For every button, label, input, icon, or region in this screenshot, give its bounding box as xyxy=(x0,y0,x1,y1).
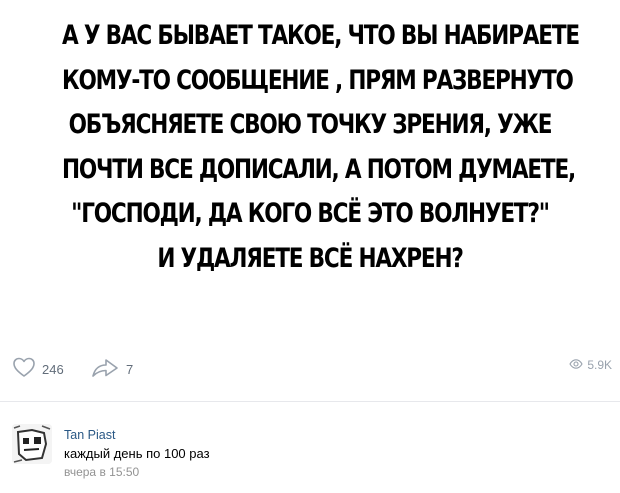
share-arrow-icon xyxy=(90,356,120,383)
post-line-1: А У ВАС БЫВАЕТ ТАКОЕ, ЧТО ВЫ НАБИРАЕТЕ xyxy=(62,20,580,51)
share-button[interactable]: 7 xyxy=(90,356,133,383)
post-text: А У ВАС БЫВАЕТ ТАКОЕ, ЧТО ВЫ НАБИРАЕТЕ К… xyxy=(0,14,620,281)
like-button[interactable]: 246 xyxy=(12,356,64,383)
post-line-3: ОБЪЯСНЯЕТЕ СВОЮ ТОЧКУ ЗРЕНИЯ, УЖЕ xyxy=(68,109,553,140)
comment-time[interactable]: вчера в 15:50 xyxy=(64,465,139,479)
eye-icon xyxy=(569,356,583,374)
views-count: 5.9K xyxy=(587,358,612,372)
comment: Tan Piast каждый день по 100 раз вчера в… xyxy=(0,418,620,488)
post-line-5: "ГОСПОДИ, ДА КОГО ВСЁ ЭТО ВОЛНУЕТ?" xyxy=(71,198,550,229)
avatar[interactable] xyxy=(12,424,52,464)
post-line-2: КОМУ-ТО СООБЩЕНИЕ , ПРЯМ РАЗВЕРНУТО xyxy=(62,64,574,96)
comment-author[interactable]: Tan Piast xyxy=(64,428,115,442)
heart-icon xyxy=(12,356,36,383)
post-line-6: И УДАЛЯЕТЕ ВСЁ НАХРЕН? xyxy=(157,242,464,274)
post-line-4: ПОЧТИ ВСЕ ДОПИСАЛИ, А ПОТОМ ДУМАЕТЕ, xyxy=(62,153,576,185)
like-count: 246 xyxy=(42,362,64,377)
post-actions: 246 7 5.9K xyxy=(12,356,612,384)
divider xyxy=(0,401,620,402)
views-counter: 5.9K xyxy=(569,356,612,374)
share-count: 7 xyxy=(126,362,134,377)
comment-text: каждый день по 100 раз xyxy=(64,446,210,461)
